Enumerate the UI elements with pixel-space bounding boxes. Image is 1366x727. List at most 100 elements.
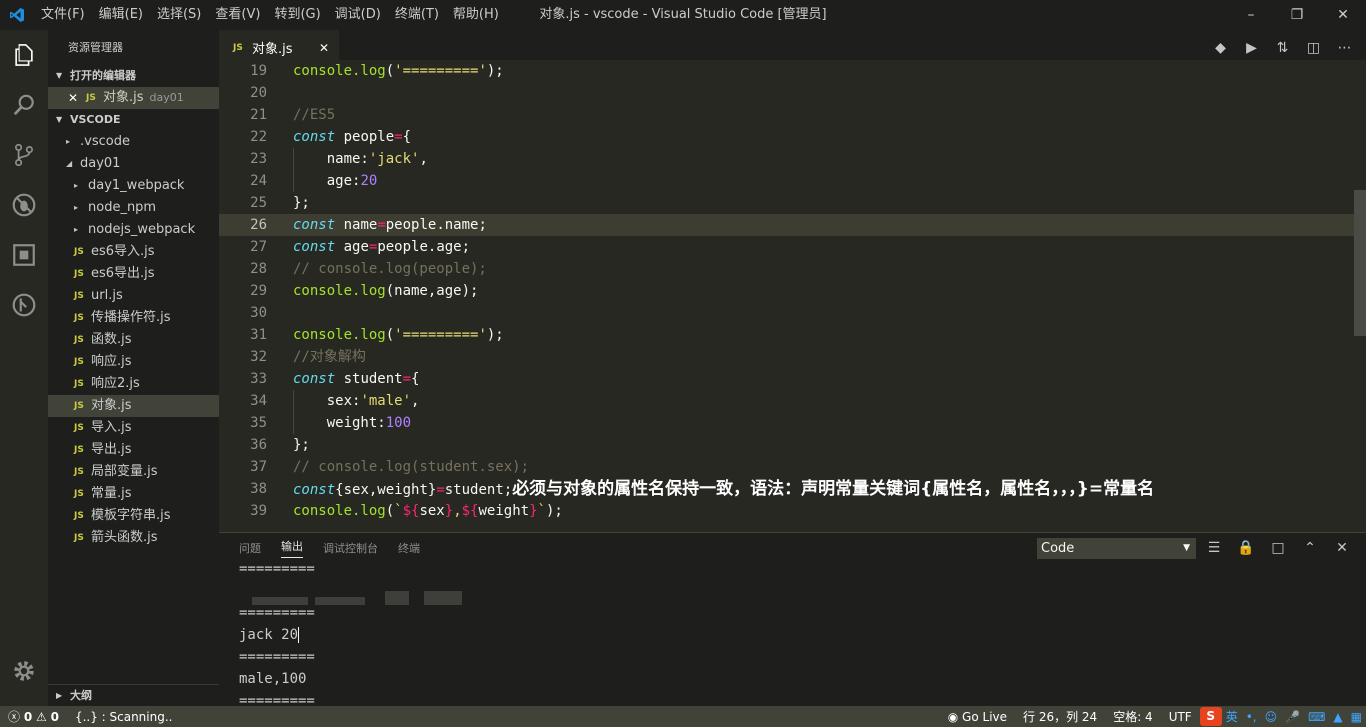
- ime-emoji-icon[interactable]: ☺: [1261, 710, 1282, 724]
- tree-item-label: 传播操作符.js: [91, 310, 171, 325]
- tab-output[interactable]: 输出: [281, 538, 303, 558]
- menu-view[interactable]: 查看(V): [208, 0, 267, 30]
- file-item[interactable]: JS 响应.js: [48, 351, 219, 373]
- code-editor[interactable]: 19 console.log('========='); 20 21//ES5 22 co…: [219, 60, 1366, 526]
- encoding-status[interactable]: UTF: [1161, 710, 1200, 724]
- restore-icon[interactable]: ❐: [1274, 0, 1320, 30]
- folder-item[interactable]: ▸ node_npm: [48, 197, 219, 219]
- problems-status[interactable]: ⓧ 0 ⚠ 0: [0, 708, 67, 725]
- code-token: 100: [385, 415, 412, 431]
- more-actions-icon[interactable]: ⋯: [1329, 40, 1360, 56]
- ime-punct-icon[interactable]: •,: [1242, 710, 1261, 724]
- tab-terminal[interactable]: 终端: [398, 540, 420, 556]
- redacted-text: [424, 591, 462, 605]
- split-editor-icon[interactable]: ◫: [1298, 40, 1329, 56]
- extensions-icon[interactable]: [0, 230, 48, 280]
- tree-item-label: nodejs_webpack: [88, 222, 196, 237]
- open-log-icon[interactable]: □: [1262, 537, 1294, 559]
- file-item[interactable]: JS url.js: [48, 285, 219, 307]
- code-text: const{sex,weight}=student;必须与对象的属性名保持一致，…: [293, 478, 1154, 501]
- folder-item[interactable]: ▸ day1_webpack: [48, 175, 219, 197]
- sidebar-title: 资源管理器: [68, 41, 123, 54]
- file-item[interactable]: JS 传播操作符.js: [48, 307, 219, 329]
- menu-selection[interactable]: 选择(S): [150, 0, 208, 30]
- file-item[interactable]: JS 对象.js: [48, 395, 219, 417]
- menu-debug[interactable]: 调试(D): [328, 0, 388, 30]
- file-item[interactable]: JS 局部变量.js: [48, 461, 219, 483]
- code-line: 24 age:20: [219, 170, 1354, 192]
- ime-voice-icon[interactable]: 🎤: [1281, 710, 1304, 724]
- tab-problems[interactable]: 问题: [239, 540, 261, 556]
- cursor-position[interactable]: 行 26，列 24: [1015, 708, 1105, 725]
- close-panel-icon[interactable]: ✕: [1326, 537, 1358, 559]
- line-number: 20: [250, 85, 267, 101]
- file-item[interactable]: JS es6导出.js: [48, 263, 219, 285]
- line-number: 35: [250, 415, 267, 431]
- menu-edit[interactable]: 编辑(E): [92, 0, 150, 30]
- menu-file[interactable]: 文件(F): [34, 0, 92, 30]
- indentation-status[interactable]: 空格: 4: [1105, 708, 1161, 725]
- annotation-note: 必须与对象的属性名保持一致，语法：声明常量关键词{属性名，属性名，，，}=常量名: [512, 479, 1155, 499]
- tree-item-label: node_npm: [88, 200, 157, 215]
- file-item[interactable]: JS 函数.js: [48, 329, 219, 351]
- open-editors-header[interactable]: ▼ 打开的编辑器: [48, 65, 219, 87]
- output-line: male,100: [239, 671, 307, 687]
- outline-header[interactable]: ▶ 大纲: [48, 684, 219, 706]
- scanning-status[interactable]: {..} : Scanning..: [67, 710, 181, 724]
- js-file-icon: JS: [74, 335, 84, 345]
- lock-scroll-icon[interactable]: 🔒: [1230, 537, 1262, 559]
- menu-help[interactable]: 帮助(H): [446, 0, 506, 30]
- menu-terminal[interactable]: 终端(T): [388, 0, 446, 30]
- remote-icon[interactable]: [0, 280, 48, 330]
- menu-go[interactable]: 转到(G): [267, 0, 327, 30]
- file-item[interactable]: JS 模板字符串.js: [48, 505, 219, 527]
- debug-icon[interactable]: [0, 180, 48, 230]
- go-live-button[interactable]: ◉ Go Live: [940, 710, 1015, 724]
- explorer-icon[interactable]: [0, 30, 48, 80]
- close-icon[interactable]: ✕: [319, 41, 329, 55]
- file-item[interactable]: JS 常量.js: [48, 483, 219, 505]
- file-item[interactable]: JS 响应2.js: [48, 373, 219, 395]
- code-token: const: [293, 239, 336, 255]
- code-token: };: [293, 437, 310, 453]
- maximize-panel-icon[interactable]: ⌃: [1294, 537, 1326, 559]
- output-channel-select[interactable]: Code ▼: [1037, 538, 1196, 559]
- folder-item[interactable]: ◢ day01: [48, 153, 219, 175]
- code-token: age: [335, 239, 369, 255]
- tree-item-label: es6导出.js: [91, 266, 155, 281]
- workspace-header[interactable]: ▼ VSCODE: [48, 109, 219, 131]
- code-token: {: [402, 129, 412, 145]
- sogou-ime-icon[interactable]: S: [1199, 707, 1222, 726]
- tree-item-label: 箭头函数.js: [91, 530, 158, 545]
- code-token: name:: [293, 151, 369, 167]
- file-item[interactable]: JS es6导入.js: [48, 241, 219, 263]
- close-window-icon[interactable]: ✕: [1320, 0, 1366, 30]
- line-number: 32: [250, 349, 267, 365]
- editor-scrollbar[interactable]: [1354, 190, 1366, 336]
- clear-output-icon[interactable]: ☰: [1198, 537, 1230, 559]
- open-editor-item[interactable]: ✕ JS 对象.js day01: [48, 87, 219, 109]
- folder-item[interactable]: ▸ nodejs_webpack: [48, 219, 219, 241]
- ime-keyboard-icon[interactable]: ⌨: [1304, 710, 1329, 724]
- git-compare-icon[interactable]: ◆: [1205, 40, 1236, 56]
- tab-debug-console[interactable]: 调试控制台: [323, 540, 378, 556]
- folder-item[interactable]: ▸ .vscode: [48, 131, 219, 153]
- close-icon[interactable]: ✕: [68, 87, 86, 109]
- code-line: 29 console.log(name,age);: [219, 280, 1354, 302]
- ime-skin-icon[interactable]: ▲: [1329, 710, 1346, 724]
- file-item[interactable]: JS 箭头函数.js: [48, 527, 219, 549]
- file-item[interactable]: JS 导出.js: [48, 439, 219, 461]
- ime-tools-icon[interactable]: ▦: [1347, 710, 1366, 724]
- run-icon[interactable]: ▶: [1236, 40, 1267, 56]
- tree-item-label: 局部变量.js: [91, 464, 158, 479]
- ime-language[interactable]: 英: [1222, 708, 1242, 725]
- settings-gear-icon[interactable]: [0, 646, 48, 696]
- minimize-icon[interactable]: –: [1228, 0, 1274, 30]
- code-token: 20: [360, 173, 378, 189]
- file-item[interactable]: JS 导入.js: [48, 417, 219, 439]
- open-changes-icon[interactable]: ⇅: [1267, 40, 1298, 56]
- panel-actions: ☰ 🔒 □ ⌃ ✕: [1198, 537, 1358, 559]
- search-icon[interactable]: [0, 80, 48, 130]
- source-control-icon[interactable]: [0, 130, 48, 180]
- line-number: 28: [250, 261, 267, 277]
